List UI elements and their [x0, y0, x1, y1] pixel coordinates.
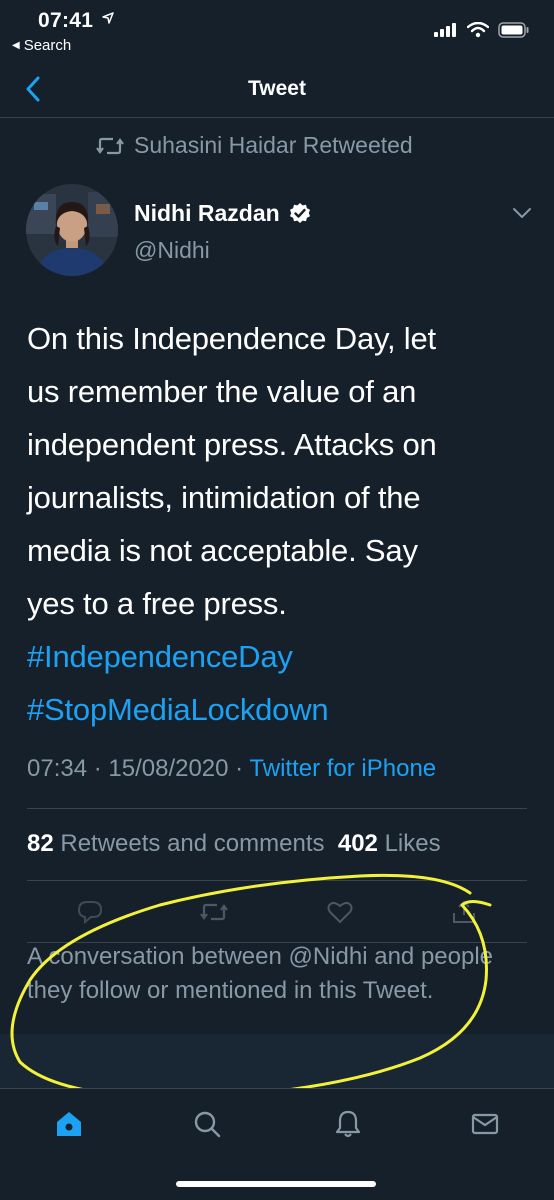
tweet-source-link[interactable]: Twitter for iPhone	[249, 755, 436, 782]
more-options-button[interactable]	[512, 206, 532, 224]
verified-badge-icon	[289, 202, 310, 223]
bell-icon	[335, 1110, 361, 1138]
retweeted-by-label: Suhasini Haidar Retweeted	[134, 132, 413, 158]
wifi-icon	[467, 22, 489, 38]
retweet-button[interactable]	[200, 898, 228, 926]
avatar[interactable]	[26, 184, 118, 276]
tweet-line: On this Independence Day, let	[27, 321, 436, 356]
author-name[interactable]: Nidhi Razdan	[134, 200, 312, 227]
tweet-body: On this Independence Day, let us remembe…	[27, 312, 532, 736]
mail-icon	[471, 1113, 499, 1135]
likes-label: Likes	[384, 830, 441, 857]
home-icon	[57, 1112, 81, 1136]
share-icon	[453, 900, 475, 923]
tweet-actions	[0, 898, 554, 932]
heart-icon	[327, 902, 353, 924]
cellular-signal-icon	[434, 23, 456, 37]
back-app-label: Search	[23, 37, 72, 54]
retweets-count: 82	[27, 830, 54, 857]
tweet-line: journalists, intimidation of the	[27, 480, 421, 515]
reply-icon	[77, 901, 103, 924]
tweet-line: independent press. Attacks on	[27, 427, 437, 462]
reply-area-disabled	[0, 1034, 554, 1088]
search-icon	[194, 1111, 221, 1138]
location-arrow-icon	[102, 12, 114, 24]
clock: 07:41	[38, 9, 94, 32]
page-title: Tweet	[248, 77, 306, 100]
tweet-line: us remember the value of an	[27, 374, 417, 409]
tweet-line: yes to a free press.	[27, 586, 287, 621]
author-handle[interactable]: @Nidhi	[134, 237, 210, 264]
retweet-icon	[200, 903, 228, 921]
tab-search[interactable]	[190, 1107, 224, 1141]
home-indicator	[176, 1181, 376, 1187]
avatar-image	[26, 184, 118, 276]
chevron-down-icon	[513, 208, 531, 218]
navigation-bar: Tweet	[0, 64, 554, 118]
divider	[27, 808, 527, 809]
reply-button[interactable]	[76, 898, 104, 926]
tweet-timestamp: 07:34 · 15/08/2020 ·	[27, 755, 250, 782]
divider	[27, 880, 527, 881]
tab-home[interactable]	[52, 1107, 86, 1141]
retweets-stat[interactable]: 82 Retweets and comments	[27, 830, 325, 857]
hashtag-link[interactable]: #StopMediaLockdown	[27, 683, 532, 736]
back-triangle-icon: ◀	[12, 40, 20, 51]
tweet-line: media is not acceptable. Say	[27, 533, 418, 568]
conversation-restriction-notice: A conversation between @Nidhi and people…	[27, 943, 494, 1004]
tab-messages[interactable]	[468, 1107, 502, 1141]
tab-notifications[interactable]	[331, 1107, 365, 1141]
battery-icon	[498, 22, 529, 38]
system-icons	[434, 22, 530, 38]
tweet-meta: 07:34 · 15/08/2020 · Twitter for iPhone	[27, 755, 436, 783]
status-bar: 07:41 ◀ Search	[0, 0, 554, 64]
retweeted-by[interactable]: Suhasini Haidar Retweeted	[96, 132, 413, 159]
retweets-label: Retweets and comments	[60, 830, 325, 857]
tweet-stats: 82 Retweets and comments 402 Likes	[27, 830, 441, 858]
back-to-app-button[interactable]: ◀ Search	[12, 37, 71, 54]
hashtag-link[interactable]: #IndependenceDay	[27, 630, 532, 683]
retweet-icon	[96, 137, 124, 154]
likes-count: 402	[337, 830, 378, 857]
like-button[interactable]	[326, 898, 354, 926]
likes-stat[interactable]: 402 Likes	[338, 830, 441, 857]
share-button[interactable]	[450, 898, 478, 926]
author-name-text: Nidhi Razdan	[134, 200, 280, 226]
